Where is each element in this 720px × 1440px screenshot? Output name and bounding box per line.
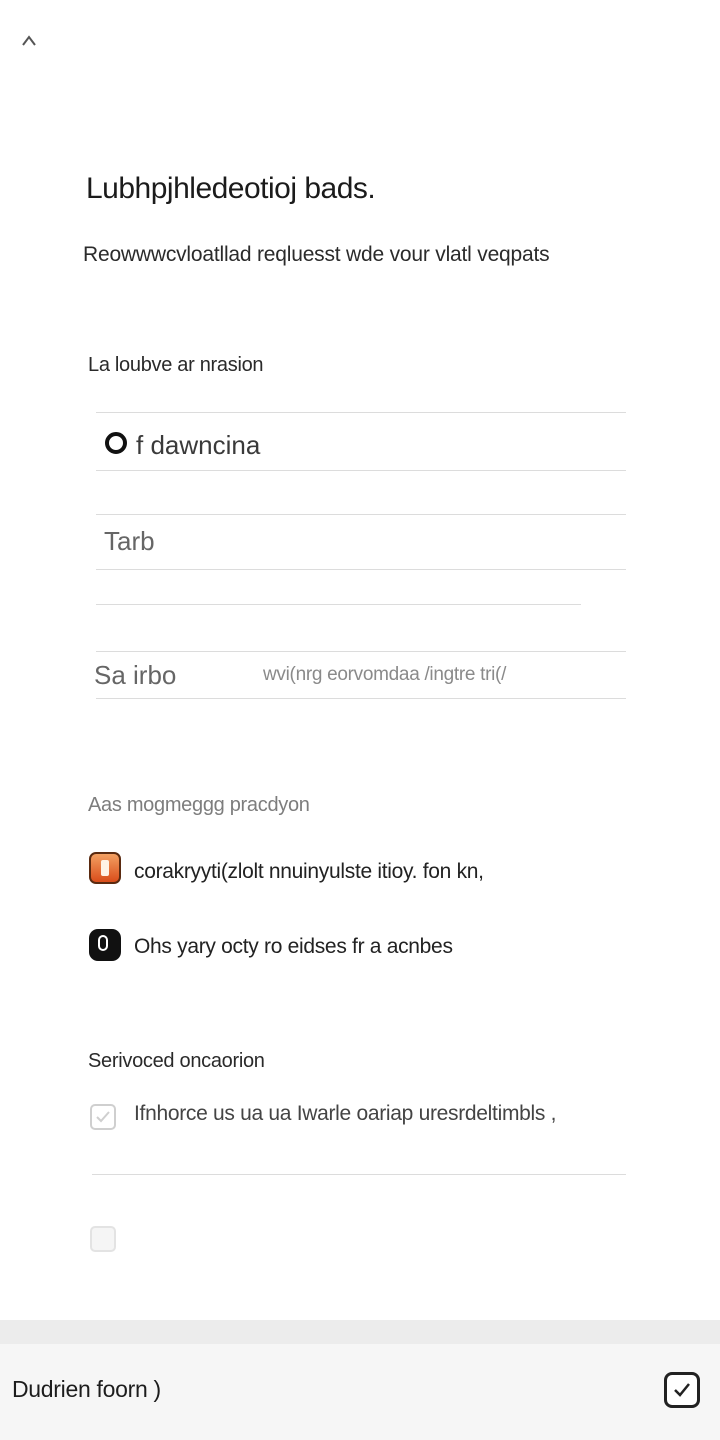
- confirm-button[interactable]: [664, 1372, 700, 1408]
- app-option-2[interactable]: Ohs yary octy ro eidses fr a acnbes: [134, 935, 453, 959]
- radio-selected-icon[interactable]: [105, 432, 127, 454]
- divider: [96, 569, 626, 570]
- secondary-checkbox[interactable]: [90, 1226, 116, 1252]
- divider: [96, 514, 626, 515]
- phone-app-icon: [89, 929, 121, 961]
- divider: [96, 412, 626, 413]
- field-option-1[interactable]: f dawncina: [136, 430, 260, 461]
- consent-checkbox[interactable]: [90, 1104, 116, 1130]
- field-option-2[interactable]: Tarb: [104, 526, 155, 557]
- field-option-3-hint: wvi(nrg eorvomdaa /ingtre tri(/: [263, 664, 507, 685]
- page-title: Lubhpjhledeotioj bads.: [86, 172, 376, 205]
- document-app-icon: [89, 852, 121, 884]
- consent-text: Ifnhorce us ua ua Iwarle oariap uresrdel…: [134, 1102, 557, 1125]
- field-option-3[interactable]: Sa irbo: [94, 660, 176, 691]
- divider: [92, 1174, 626, 1175]
- bottom-bar-label: Dudrien foorn ): [12, 1376, 161, 1402]
- back-button[interactable]: [18, 30, 40, 52]
- page-subtitle: Reowwwcvloatllad reqluesst wde vour vlat…: [83, 243, 550, 266]
- divider: [96, 651, 626, 652]
- section-label-location: La loubve ar nrasion: [88, 354, 264, 376]
- divider: [96, 470, 626, 471]
- checkmark-icon: [96, 1111, 110, 1123]
- section-label-apps: Aas mogmeggg pracdyon: [88, 794, 310, 816]
- section-label-service: Serivoced oncaorion: [88, 1050, 265, 1072]
- divider: [96, 604, 581, 605]
- divider: [96, 698, 626, 699]
- app-option-1[interactable]: corakryyti(zlolt nnuinyulste itioy. fon …: [134, 860, 484, 884]
- bottom-bar-divider: [0, 1320, 720, 1344]
- checkbox-confirm-icon: [674, 1383, 690, 1397]
- chevron-left-icon: [22, 35, 36, 46]
